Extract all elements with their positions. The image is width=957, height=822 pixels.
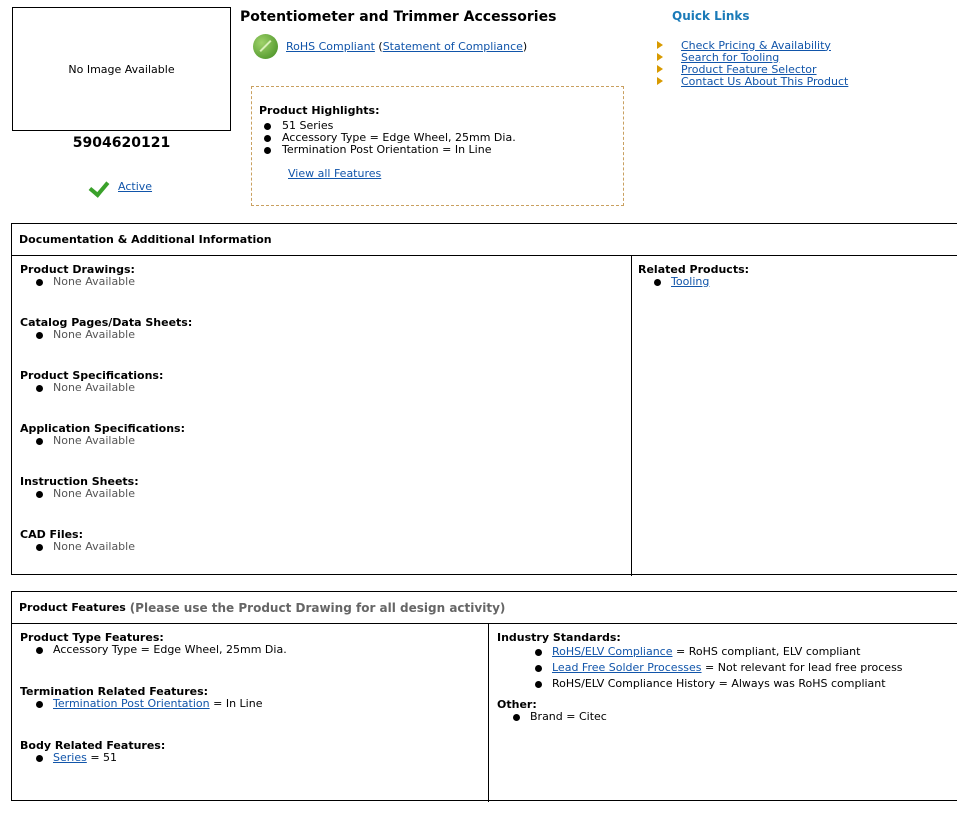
list-item: None Available — [20, 276, 620, 288]
list-item: Series = 51 — [20, 752, 480, 764]
contact-us-link[interactable]: Contact Us About This Product — [681, 75, 848, 88]
arrow-right-icon — [657, 77, 663, 85]
quick-link-item: Check Pricing & Availability — [657, 39, 848, 52]
features-right: Industry Standards: RoHS/ELV Compliance … — [497, 632, 957, 723]
quick-link-item: Search for Tooling — [657, 51, 848, 64]
list-item: RoHS/ELV Compliance = RoHS compliant, EL… — [497, 644, 957, 660]
part-number: 5904620121 — [72, 135, 171, 151]
doc-section-drawings: Product Drawings: None Available — [20, 264, 620, 317]
product-type-features: Product Type Features: Accessory Type = … — [20, 632, 480, 686]
rohs-elv-compliance-link[interactable]: RoHS/ELV Compliance — [552, 644, 672, 660]
doc-section-catalog: Catalog Pages/Data Sheets: None Availabl… — [20, 317, 620, 370]
product-status: Active — [90, 176, 152, 196]
quick-link-item: Product Feature Selector — [657, 63, 848, 76]
highlights-title: Product Highlights: — [259, 104, 380, 117]
rohs-compliant-link[interactable]: RoHS Compliant — [286, 40, 375, 53]
bullet-icon — [36, 384, 43, 392]
quick-link-item: Contact Us About This Product — [657, 75, 848, 88]
list-item: Termination Post Orientation = In Line — [20, 698, 480, 710]
page-title: Potentiometer and Trimmer Accessories — [240, 9, 557, 25]
arrow-right-icon — [657, 53, 663, 61]
bullet-icon — [535, 680, 542, 688]
rohs-info: RoHS Compliant (Statement of Compliance) — [253, 34, 527, 59]
doc-section-application-specs: Application Specifications: None Availab… — [20, 423, 620, 476]
arrow-right-icon — [657, 65, 663, 73]
bullet-icon — [36, 278, 43, 286]
bullet-icon — [535, 664, 542, 672]
view-all-features-link[interactable]: View all Features — [288, 167, 381, 180]
list-item: None Available — [20, 382, 620, 394]
features-left: Product Type Features: Accessory Type = … — [20, 632, 480, 764]
bullet-icon — [36, 646, 43, 654]
documentation-header: Documentation & Additional Information — [12, 224, 957, 256]
list-item: Accessory Type = Edge Wheel, 25mm Dia. — [20, 644, 480, 656]
list-item: Tooling — [638, 276, 938, 288]
other-features: Other: Brand = Citec — [497, 699, 957, 723]
list-item: None Available — [20, 329, 620, 341]
highlights-list: 51 Series Accessory Type = Edge Wheel, 2… — [259, 120, 623, 156]
documentation-panel: Documentation & Additional Information P… — [11, 223, 957, 576]
column-divider — [631, 256, 632, 576]
quick-links-list: Check Pricing & Availability Search for … — [657, 39, 848, 88]
column-divider — [488, 624, 489, 802]
bullet-icon — [36, 543, 43, 551]
bullet-icon — [513, 713, 520, 721]
bullet-icon — [36, 490, 43, 498]
status-link[interactable]: Active — [118, 180, 152, 193]
body-features: Body Related Features: Series = 51 — [20, 740, 480, 764]
list-item: None Available — [20, 541, 620, 553]
list-item: None Available — [20, 435, 620, 447]
bullet-icon — [535, 648, 542, 656]
product-highlights: Product Highlights: 51 Series Accessory … — [251, 86, 624, 206]
bullet-icon — [264, 123, 271, 130]
list-item: Brand = Citec — [497, 711, 957, 723]
documentation-sections: Product Drawings: None Available Catalog… — [20, 264, 620, 582]
arrow-right-icon — [657, 41, 663, 49]
bullet-icon — [264, 135, 271, 142]
termination-post-orientation-link[interactable]: Termination Post Orientation — [53, 698, 210, 710]
quick-links-title: Quick Links — [672, 9, 750, 23]
doc-section-cad-files: CAD Files: None Available — [20, 529, 620, 582]
industry-standards: Industry Standards: RoHS/ELV Compliance … — [497, 632, 957, 699]
list-item: Lead Free Solder Processes = Not relevan… — [497, 660, 957, 676]
rohs-leaf-icon — [253, 34, 278, 59]
list-item: None Available — [20, 488, 620, 500]
bullet-icon — [36, 754, 43, 762]
termination-features: Termination Related Features: Terminatio… — [20, 686, 480, 740]
check-icon — [90, 176, 112, 196]
bullet-icon — [36, 437, 43, 445]
bullet-icon — [264, 147, 271, 154]
doc-section-product-specs: Product Specifications: None Available — [20, 370, 620, 423]
product-image-placeholder: No Image Available — [12, 7, 231, 131]
lead-free-solder-link[interactable]: Lead Free Solder Processes — [552, 660, 702, 676]
doc-section-instruction-sheets: Instruction Sheets: None Available — [20, 476, 620, 529]
product-features-panel: Product Features (Please use the Product… — [11, 591, 957, 802]
list-item: RoHS/ELV Compliance History = Always was… — [497, 676, 957, 692]
statement-of-compliance-link[interactable]: Statement of Compliance — [383, 40, 523, 53]
no-image-text: No Image Available — [68, 62, 175, 76]
features-header: Product Features (Please use the Product… — [12, 592, 957, 624]
related-products: Related Products: Tooling — [638, 264, 938, 288]
bullet-icon — [36, 331, 43, 339]
section-title: Industry Standards: — [497, 631, 621, 644]
tooling-link[interactable]: Tooling — [671, 276, 709, 288]
highlight-item: Termination Post Orientation = In Line — [259, 144, 623, 156]
bullet-icon — [36, 700, 43, 708]
series-link[interactable]: Series — [53, 752, 87, 764]
bullet-icon — [654, 278, 661, 286]
